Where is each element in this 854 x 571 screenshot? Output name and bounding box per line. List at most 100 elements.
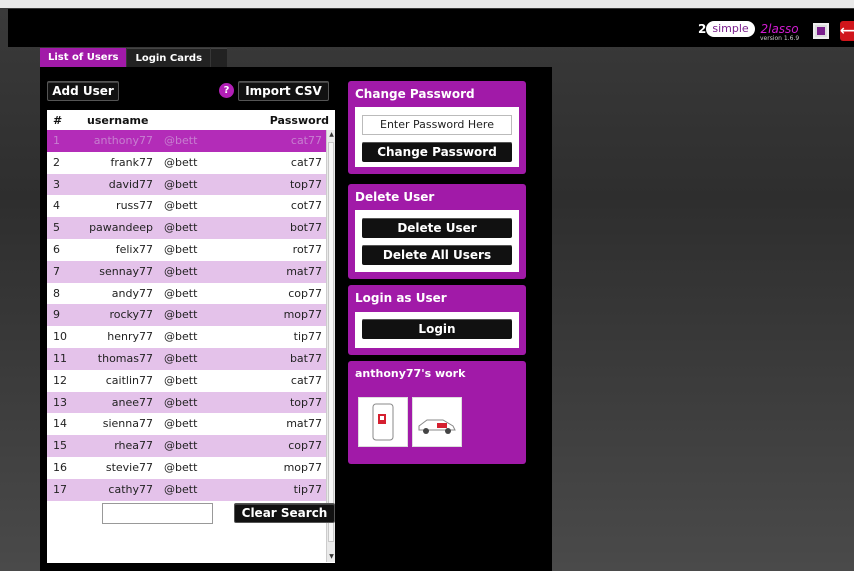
table-row[interactable]: 11 thomas77 @bett bat77 [47, 347, 326, 370]
delete-all-users-button[interactable]: Delete All Users [362, 245, 512, 265]
row-num: 16 [53, 460, 67, 474]
row-username: sennay77 [99, 264, 153, 278]
row-domain: @bett [164, 134, 198, 147]
change-password-button[interactable]: Change Password [362, 142, 512, 162]
table-row[interactable]: 15 rhea77 @bett cop77 [47, 435, 326, 457]
search-input[interactable] [102, 503, 213, 524]
col-num-header: # [53, 114, 63, 127]
tab-login-cards[interactable]: Login Cards [127, 48, 211, 67]
row-num: 12 [53, 373, 67, 387]
car-drawing-icon[interactable] [412, 397, 462, 447]
table-scrollbar[interactable]: ▲ ▼ [326, 130, 335, 562]
scroll-down-icon[interactable]: ▼ [328, 553, 335, 561]
delete-user-title: Delete User [355, 190, 435, 204]
row-password: top77 [289, 395, 322, 409]
row-password: cat77 [290, 373, 322, 387]
row-password: tip77 [293, 330, 322, 344]
row-password: bot77 [289, 221, 322, 235]
top-bar: 2 simple 2lasso version 1.6.9 ⟵ [8, 9, 854, 47]
2lasso-logo: 2lasso version 1.6.9 [760, 23, 799, 42]
table-row[interactable]: 7 sennay77 @bett mat77 [47, 260, 326, 283]
scroll-thumb[interactable] [328, 142, 334, 542]
table-row[interactable]: 17 cathy77 @bett tip77 [47, 478, 326, 501]
monitor-icon[interactable] [813, 23, 829, 39]
row-num: 6 [53, 242, 60, 256]
row-username: sienna77 [102, 417, 153, 431]
tab-list-of-users[interactable]: List of Users [40, 48, 127, 67]
row-num: 9 [53, 308, 60, 322]
row-domain: @bett [164, 460, 198, 474]
row-domain: @bett [164, 242, 198, 256]
clear-search-button[interactable]: Clear Search [234, 503, 335, 523]
scroll-up-icon[interactable]: ▲ [328, 131, 335, 139]
table-row[interactable]: 5 pawandeep @bett bot77 [47, 217, 326, 239]
change-password-card: Change Password Enter Password Here Chan… [348, 81, 526, 174]
row-domain: @bett [164, 417, 198, 431]
row-domain: @bett [164, 395, 198, 409]
row-password: cop77 [288, 439, 322, 453]
row-username: russ77 [116, 199, 153, 213]
table-row[interactable]: 2 frank77 @bett cat77 [47, 151, 326, 174]
row-num: 11 [53, 351, 67, 365]
row-domain: @bett [164, 482, 198, 496]
row-domain: @bett [164, 439, 198, 453]
row-password: cat77 [290, 134, 322, 147]
row-num: 3 [53, 177, 60, 191]
row-username: stevie77 [105, 460, 153, 474]
table-row[interactable]: 12 caitlin77 @bett cat77 [47, 369, 326, 392]
change-password-box: Enter Password Here Change Password [355, 107, 519, 167]
row-username: felix77 [115, 242, 153, 256]
login-button[interactable]: Login [362, 319, 512, 339]
row-username: cathy77 [108, 482, 153, 496]
row-num: 8 [53, 286, 60, 300]
row-num: 17 [53, 482, 67, 496]
row-password: mat77 [286, 417, 322, 431]
2simple-logo: 2 simple [698, 19, 755, 39]
row-num: 7 [53, 264, 60, 278]
row-username: henry77 [107, 330, 153, 344]
login-as-user-title: Login as User [355, 291, 447, 305]
row-num: 10 [53, 330, 67, 344]
tab-blank[interactable] [211, 48, 228, 67]
delete-user-button[interactable]: Delete User [362, 218, 512, 238]
table-row[interactable]: 16 stevie77 @bett mop77 [47, 456, 326, 479]
table-row[interactable]: 1 anthony77 @bett cat77 [47, 130, 326, 152]
table-row[interactable]: 10 henry77 @bett tip77 [47, 326, 326, 348]
row-password: bat77 [289, 351, 322, 365]
row-username: rhea77 [114, 439, 153, 453]
table-rows: 1 anthony77 @bett cat77 2 frank77 @bett cat77 3 d… [47, 130, 326, 562]
row-username: frank77 [110, 155, 153, 169]
row-domain: @bett [164, 330, 198, 344]
row-password: cot77 [290, 199, 322, 213]
password-input[interactable]: Enter Password Here [362, 115, 512, 135]
row-domain: @bett [164, 199, 198, 213]
row-password: tip77 [293, 482, 322, 496]
table-row[interactable]: 8 andy77 @bett cop77 [47, 282, 326, 305]
help-icon[interactable]: ? [219, 83, 234, 98]
phone-drawing-icon[interactable] [358, 397, 408, 447]
exit-arrow-icon[interactable]: ⟵ [840, 21, 854, 41]
table-row[interactable]: 3 david77 @bett top77 [47, 173, 326, 196]
row-num: 4 [53, 199, 60, 213]
row-password: mat77 [286, 264, 322, 278]
row-num: 2 [53, 155, 60, 169]
table-row[interactable]: 14 sienna77 @bett mat77 [47, 413, 326, 436]
row-num: 14 [53, 417, 67, 431]
login-as-user-card: Login as User Login [348, 285, 526, 355]
table-row[interactable]: 9 rocky77 @bett mop77 [47, 304, 326, 327]
row-username: andy77 [111, 286, 153, 300]
import-csv-button[interactable]: Import CSV [238, 81, 329, 101]
row-username: anthony77 [93, 134, 153, 147]
table-row[interactable]: 13 anee77 @bett top77 [47, 391, 326, 414]
row-password: mop77 [283, 308, 322, 322]
brand-name: 2lasso [760, 22, 799, 36]
delete-user-box: Delete User Delete All Users [355, 210, 519, 272]
row-password: rot77 [292, 242, 322, 256]
change-password-title: Change Password [355, 87, 475, 101]
table-row[interactable]: 4 russ77 @bett cot77 [47, 195, 326, 218]
row-username: thomas77 [97, 351, 153, 365]
table-row[interactable]: 6 felix77 @bett rot77 [47, 238, 326, 261]
row-username: david77 [108, 177, 153, 191]
add-user-button[interactable]: Add User [47, 81, 119, 101]
brand-two: 2 [698, 22, 707, 36]
